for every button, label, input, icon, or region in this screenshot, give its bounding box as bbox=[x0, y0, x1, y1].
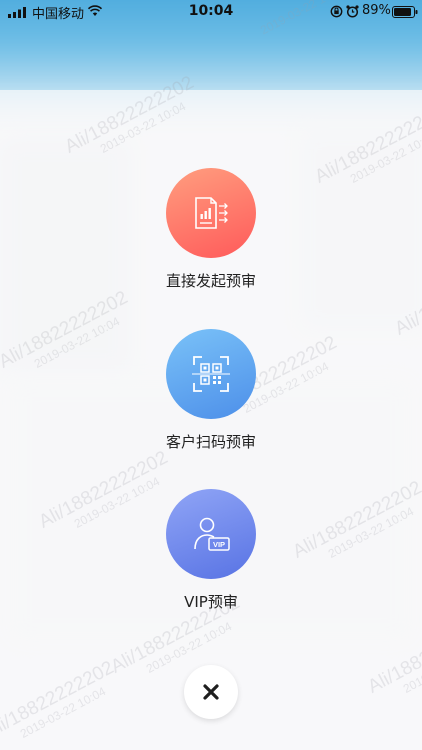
direct-review-button[interactable] bbox=[166, 168, 256, 258]
battery-percentage: 89% bbox=[362, 3, 391, 18]
status-bar: 中国移动 10:04 89% bbox=[0, 0, 422, 24]
vip-review-action[interactable]: VIP VIP预审 bbox=[111, 489, 311, 612]
close-button[interactable] bbox=[184, 665, 238, 719]
direct-review-label: 直接发起预审 bbox=[165, 272, 256, 290]
vip-review-label: VIP预审 bbox=[184, 593, 238, 611]
battery-icon bbox=[392, 6, 418, 18]
vip-review-button[interactable]: VIP bbox=[166, 489, 256, 579]
vip-user-icon: VIP bbox=[194, 517, 230, 551]
screen: 中国移动 10:04 89% 2019-03-22 10:04 Ali/1 bbox=[0, 0, 422, 750]
direct-review-action[interactable]: 直接发起预审 bbox=[111, 168, 311, 291]
rotation-lock-icon bbox=[330, 5, 343, 18]
scan-review-action[interactable]: 客户扫码预审 bbox=[111, 329, 311, 452]
svg-text:VIP: VIP bbox=[213, 540, 225, 549]
close-icon bbox=[203, 684, 219, 700]
alarm-icon bbox=[346, 5, 359, 18]
scan-review-button[interactable] bbox=[166, 329, 256, 419]
qr-scan-icon bbox=[192, 356, 230, 392]
document-send-icon bbox=[195, 197, 228, 229]
scan-review-label: 客户扫码预审 bbox=[165, 433, 256, 451]
